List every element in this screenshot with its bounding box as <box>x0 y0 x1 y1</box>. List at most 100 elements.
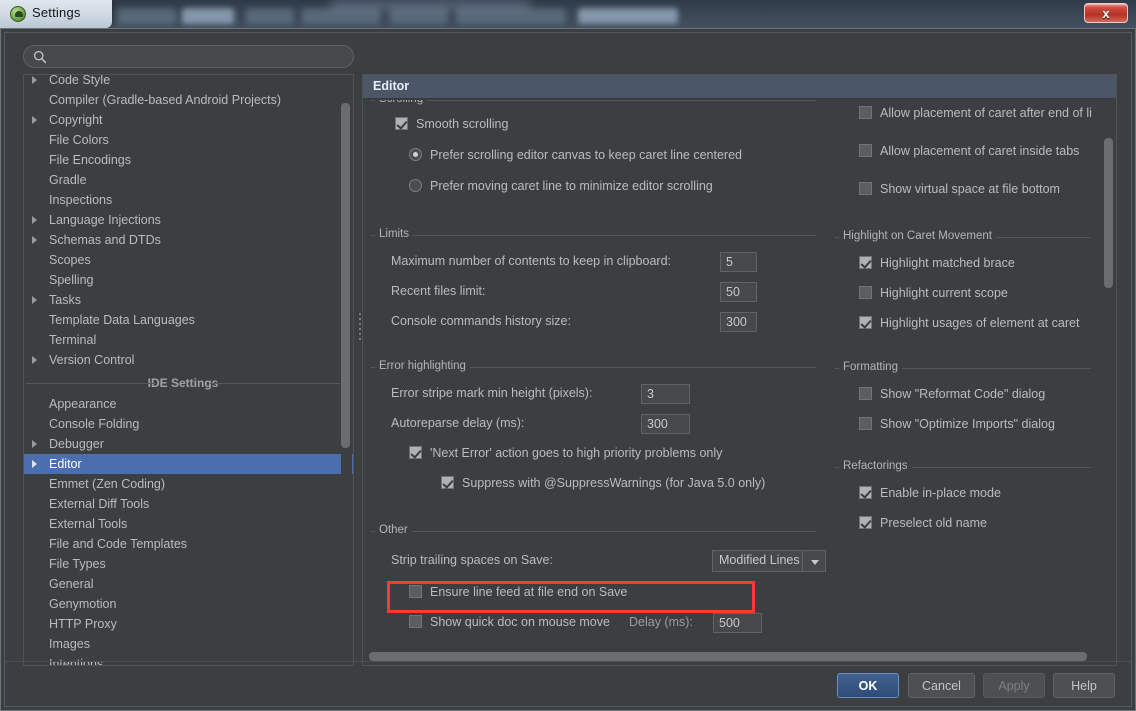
expand-arrow-icon[interactable] <box>32 116 37 124</box>
sidebar-item-general[interactable]: General <box>24 574 354 594</box>
panel-vertical-scrollbar-thumb[interactable] <box>1104 138 1113 288</box>
recent-files-input[interactable]: 50 <box>720 282 757 302</box>
row-ensure-linefeed[interactable]: Ensure line feed at file end on Save <box>409 583 809 603</box>
row-virtual-space[interactable]: Show virtual space at file bottom <box>859 180 1097 200</box>
sidebar-item-template-data-languages[interactable]: Template Data Languages <box>24 310 354 330</box>
row-allow-after-eol[interactable]: Allow placement of caret after end of li <box>859 104 1097 124</box>
sidebar-item-tasks[interactable]: Tasks <box>24 290 354 310</box>
sidebar-item-http-proxy[interactable]: HTTP Proxy <box>24 614 354 634</box>
sidebar-item-spelling[interactable]: Spelling <box>24 270 354 290</box>
row-preselect-old-name[interactable]: Preselect old name <box>859 514 1091 534</box>
sidebar-item-file-colors[interactable]: File Colors <box>24 130 354 150</box>
max-clipboard-input[interactable]: 5 <box>720 252 757 272</box>
sidebar-item-file-encodings[interactable]: File Encodings <box>24 150 354 170</box>
row-prefer-caret[interactable]: Prefer moving caret line to minimize edi… <box>409 177 819 197</box>
sidebar-item-language-injections[interactable]: Language Injections <box>24 210 354 230</box>
settings-category-tree[interactable]: Code Style Compiler (Gradle-based Android… <box>23 74 354 666</box>
sidebar-item-editor[interactable]: Editor <box>24 454 354 474</box>
row-smooth-scrolling[interactable]: Smooth scrolling <box>395 115 815 135</box>
matched-brace-checkbox[interactable] <box>859 256 872 269</box>
ensure-linefeed-label: Ensure line feed at file end on Save <box>430 585 627 599</box>
error-stripe-input[interactable]: 3 <box>641 384 690 404</box>
allow-inside-tabs-checkbox[interactable] <box>859 144 872 157</box>
sidebar-item-schemas-and-dtds[interactable]: Schemas and DTDs <box>24 230 354 250</box>
row-current-scope[interactable]: Highlight current scope <box>859 284 1091 304</box>
tree-scrollbar-thumb[interactable] <box>341 103 350 448</box>
reformat-dialog-checkbox[interactable] <box>859 387 872 400</box>
cancel-button[interactable]: Cancel <box>908 673 975 698</box>
sidebar-item-debugger[interactable]: Debugger <box>24 434 354 454</box>
sidebar-item-compiler-gradle-based-android-projects[interactable]: Compiler (Gradle-based Android Projects) <box>24 90 354 110</box>
expand-arrow-icon[interactable] <box>32 440 37 448</box>
row-matched-brace[interactable]: Highlight matched brace <box>859 254 1091 274</box>
console-history-input[interactable]: 300 <box>720 312 757 332</box>
usages-checkbox[interactable] <box>859 316 872 329</box>
row-prefer-canvas[interactable]: Prefer scrolling editor canvas to keep c… <box>409 146 819 166</box>
row-console-history: Console commands history size: 300 <box>391 312 816 332</box>
prefer-caret-radio[interactable] <box>409 179 422 192</box>
inplace-mode-checkbox[interactable] <box>859 486 872 499</box>
row-allow-inside-tabs[interactable]: Allow placement of caret inside tabs <box>859 142 1097 162</box>
expand-arrow-icon[interactable] <box>32 236 37 244</box>
help-button[interactable]: Help <box>1053 673 1115 698</box>
delay-input[interactable]: 500 <box>713 613 762 633</box>
allow-after-eol-checkbox[interactable] <box>859 106 872 119</box>
row-optimize-dialog[interactable]: Show "Optimize Imports" dialog <box>859 415 1091 435</box>
sidebar-item-emmet-zen-coding[interactable]: Emmet (Zen Coding) <box>24 474 354 494</box>
sidebar-item-inspections[interactable]: Inspections <box>24 190 354 210</box>
search-input[interactable] <box>52 49 346 67</box>
row-next-error[interactable]: 'Next Error' action goes to high priorit… <box>409 444 819 464</box>
sidebar-item-terminal[interactable]: Terminal <box>24 330 354 350</box>
expand-arrow-icon[interactable] <box>32 356 37 364</box>
expand-arrow-icon[interactable] <box>32 460 37 468</box>
close-icon[interactable]: x <box>1084 3 1128 23</box>
search-box[interactable] <box>23 45 354 68</box>
sidebar-item-appearance[interactable]: Appearance <box>24 394 354 414</box>
row-inplace-mode[interactable]: Enable in-place mode <box>859 484 1091 504</box>
ok-button[interactable]: OK <box>837 673 899 698</box>
quick-doc-checkbox[interactable] <box>409 615 422 628</box>
sidebar-item-gradle[interactable]: Gradle <box>24 170 354 190</box>
row-error-stripe: Error stripe mark min height (pixels): 3 <box>391 384 816 404</box>
expand-arrow-icon[interactable] <box>32 296 37 304</box>
inplace-mode-label: Enable in-place mode <box>880 486 1001 500</box>
sidebar-item-external-diff-tools[interactable]: External Diff Tools <box>24 494 354 514</box>
sidebar-item-external-tools[interactable]: External Tools <box>24 514 354 534</box>
suppress-warnings-checkbox[interactable] <box>441 476 454 489</box>
sidebar-item-file-and-code-templates[interactable]: File and Code Templates <box>24 534 354 554</box>
tree-scrollbar-track[interactable] <box>341 76 352 666</box>
virtual-space-checkbox[interactable] <box>859 182 872 195</box>
row-reformat-dialog[interactable]: Show "Reformat Code" dialog <box>859 385 1091 405</box>
row-usages[interactable]: Highlight usages of element at caret <box>859 314 1091 334</box>
sidebar-item-version-control[interactable]: Version Control <box>24 350 354 370</box>
expand-arrow-icon[interactable] <box>32 216 37 224</box>
smooth-scrolling-checkbox[interactable] <box>395 117 408 130</box>
strip-trailing-select[interactable]: Modified Lines <box>712 550 826 572</box>
sidebar-item-images[interactable]: Images <box>24 634 354 654</box>
row-max-clipboard: Maximum number of contents to keep in cl… <box>391 252 816 272</box>
sidebar-item-genymotion[interactable]: Genymotion <box>24 594 354 614</box>
row-suppress-warnings[interactable]: Suppress with @SuppressWarnings (for Jav… <box>441 474 821 494</box>
settings-dialog: Code Style Compiler (Gradle-based Android… <box>0 28 1136 711</box>
group-rule <box>371 100 816 101</box>
apply-button[interactable]: Apply <box>983 673 1045 698</box>
row-quick-doc[interactable]: Show quick doc on mouse move Delay (ms):… <box>409 613 809 633</box>
prefer-canvas-radio[interactable] <box>409 148 422 161</box>
group-label-formatting: Formatting <box>839 361 902 373</box>
sidebar-item-file-types[interactable]: File Types <box>24 554 354 574</box>
sidebar-item-copyright[interactable]: Copyright <box>24 110 354 130</box>
autoreparse-input[interactable]: 300 <box>641 414 690 434</box>
sidebar-item-label: Compiler (Gradle-based Android Projects) <box>49 93 281 107</box>
sidebar-item-code-style[interactable]: Code Style <box>24 74 354 90</box>
current-scope-checkbox[interactable] <box>859 286 872 299</box>
sidebar-item-console-folding[interactable]: Console Folding <box>24 414 354 434</box>
expand-arrow-icon[interactable] <box>32 76 37 84</box>
ensure-linefeed-checkbox[interactable] <box>409 585 422 598</box>
panel-horizontal-scrollbar-thumb[interactable] <box>369 652 1087 661</box>
sidebar-item-scopes[interactable]: Scopes <box>24 250 354 270</box>
next-error-checkbox[interactable] <box>409 446 422 459</box>
autoreparse-label: Autoreparse delay (ms): <box>391 416 524 430</box>
preselect-old-name-checkbox[interactable] <box>859 516 872 529</box>
optimize-dialog-checkbox[interactable] <box>859 417 872 430</box>
panel-vertical-scrollbar-track[interactable] <box>1104 100 1115 666</box>
